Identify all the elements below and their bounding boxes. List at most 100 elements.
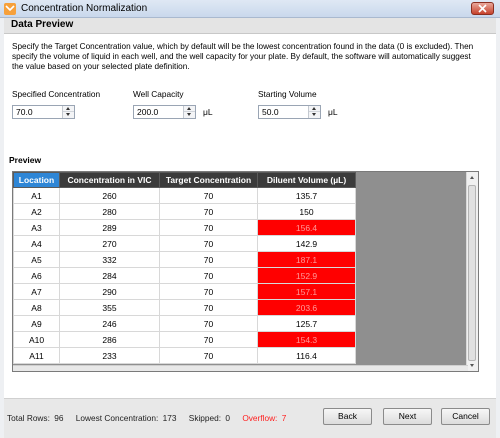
close-icon [478,4,487,13]
well-capacity-label: Well Capacity [133,89,184,99]
well-capacity-value[interactable]: 200.0 [137,107,158,117]
cell-target[interactable]: 70 [159,251,258,268]
cell-location[interactable]: A4 [13,235,60,252]
cell-target[interactable]: 70 [159,203,258,220]
cell-diluent[interactable]: 203.6 [257,299,356,316]
table-row[interactable]: A5 332 70 187.1 [13,251,356,268]
skipped-label: Skipped: [188,413,222,423]
column-header-concentration[interactable]: Concentration in VIC [59,172,160,188]
table-row[interactable]: A2 280 70 150 [13,203,356,220]
table-row[interactable]: A9 246 70 125.7 [13,315,356,332]
table-row[interactable]: A6 284 70 152.9 [13,267,356,284]
scroll-down-icon[interactable] [467,360,478,371]
cell-diluent[interactable]: 187.1 [257,251,356,268]
cell-diluent[interactable]: 156.4 [257,219,356,236]
scroll-thumb[interactable] [468,185,476,361]
cell-target[interactable]: 70 [159,267,258,284]
cell-concentration[interactable]: 233 [59,347,160,364]
cell-concentration[interactable]: 286 [59,331,160,348]
cell-location[interactable]: A6 [13,267,60,284]
cell-target[interactable]: 70 [159,315,258,332]
cell-concentration[interactable]: 280 [59,203,160,220]
section-title: Data Preview [11,19,74,30]
cell-target[interactable]: 70 [159,219,258,236]
table-row[interactable]: A10 286 70 154.3 [13,331,356,348]
table-row[interactable]: A4 270 70 142.9 [13,235,356,252]
skipped-value: 0 [225,413,231,423]
column-header-diluent[interactable]: Diluent Volume (µL) [257,172,356,188]
lowest-concentration-label: Lowest Concentration: [75,413,159,423]
table-row[interactable]: A1 260 70 135.7 [13,187,356,204]
cell-location[interactable]: A5 [13,251,60,268]
starting-volume-stepper[interactable]: 50.0 [258,105,321,119]
cell-target[interactable]: 70 [159,187,258,204]
cell-diluent[interactable]: 135.7 [257,187,356,204]
cell-concentration[interactable]: 284 [59,267,160,284]
table-row[interactable]: A11 233 70 116.4 [13,347,356,364]
cell-location[interactable]: A1 [13,187,60,204]
scroll-up-icon[interactable] [467,172,478,183]
footer-bar: Total Rows: 96 Lowest Concentration: 173… [4,398,496,438]
next-button[interactable]: Next [383,408,432,425]
stepper-down-icon[interactable] [184,112,195,118]
back-button[interactable]: Back [323,408,372,425]
cell-diluent[interactable]: 116.4 [257,347,356,364]
cell-diluent[interactable]: 150 [257,203,356,220]
cancel-button[interactable]: Cancel [441,408,490,425]
cell-target[interactable]: 70 [159,347,258,364]
cell-concentration[interactable]: 289 [59,219,160,236]
total-rows-label: Total Rows: [7,413,50,423]
horizontal-scrollbar[interactable] [13,365,468,371]
stepper-down-icon[interactable] [63,112,74,118]
specified-concentration-label: Specified Concentration [12,89,101,99]
cell-concentration[interactable]: 246 [59,315,160,332]
cell-target[interactable]: 70 [159,283,258,300]
table-row[interactable]: A8 355 70 203.6 [13,299,356,316]
specified-concentration-stepper[interactable]: 70.0 [12,105,75,119]
stepper-arrows[interactable] [308,106,320,118]
cell-location[interactable]: A2 [13,203,60,220]
cell-diluent[interactable]: 125.7 [257,315,356,332]
dialog-content: Data Preview Specify the Target Concentr… [4,18,496,438]
window-title: Concentration Normalization [21,3,148,14]
cell-target[interactable]: 70 [159,235,258,252]
cell-diluent[interactable]: 152.9 [257,267,356,284]
column-header-location[interactable]: Location [13,172,60,188]
cell-target[interactable]: 70 [159,299,258,316]
stepper-arrows[interactable] [183,106,195,118]
cell-concentration[interactable]: 270 [59,235,160,252]
cell-concentration[interactable]: 260 [59,187,160,204]
cell-location[interactable]: A10 [13,331,60,348]
overflow-value: 7 [281,413,287,423]
cell-location[interactable]: A7 [13,283,60,300]
cell-concentration[interactable]: 290 [59,283,160,300]
stepper-down-icon[interactable] [309,112,320,118]
starting-volume-value[interactable]: 50.0 [262,107,279,117]
cell-diluent[interactable]: 157.1 [257,283,356,300]
cell-diluent[interactable]: 154.3 [257,331,356,348]
cell-diluent[interactable]: 142.9 [257,235,356,252]
well-capacity-stepper[interactable]: 200.0 [133,105,196,119]
cell-location[interactable]: A3 [13,219,60,236]
title-bar: Concentration Normalization [0,0,500,18]
close-button[interactable] [471,2,494,15]
section-header: Data Preview [4,18,496,34]
cell-target[interactable]: 70 [159,331,258,348]
preview-label: Preview [9,155,42,165]
vertical-scrollbar[interactable] [466,172,478,371]
grid-empty-area [354,172,461,371]
cell-concentration[interactable]: 332 [59,251,160,268]
column-header-target[interactable]: Target Concentration [159,172,258,188]
specified-concentration-value[interactable]: 70.0 [16,107,33,117]
total-rows-value: 96 [54,413,64,423]
preview-grid[interactable]: Location Concentration in VIC Target Con… [12,171,479,372]
table-row[interactable]: A3 289 70 156.4 [13,219,356,236]
stepper-arrows[interactable] [62,106,74,118]
cell-location[interactable]: A9 [13,315,60,332]
cell-location[interactable]: A11 [13,347,60,364]
overflow-label: Overflow: [242,413,278,423]
cell-location[interactable]: A8 [13,299,60,316]
well-capacity-unit: μL [203,107,213,117]
cell-concentration[interactable]: 355 [59,299,160,316]
table-row[interactable]: A7 290 70 157.1 [13,283,356,300]
